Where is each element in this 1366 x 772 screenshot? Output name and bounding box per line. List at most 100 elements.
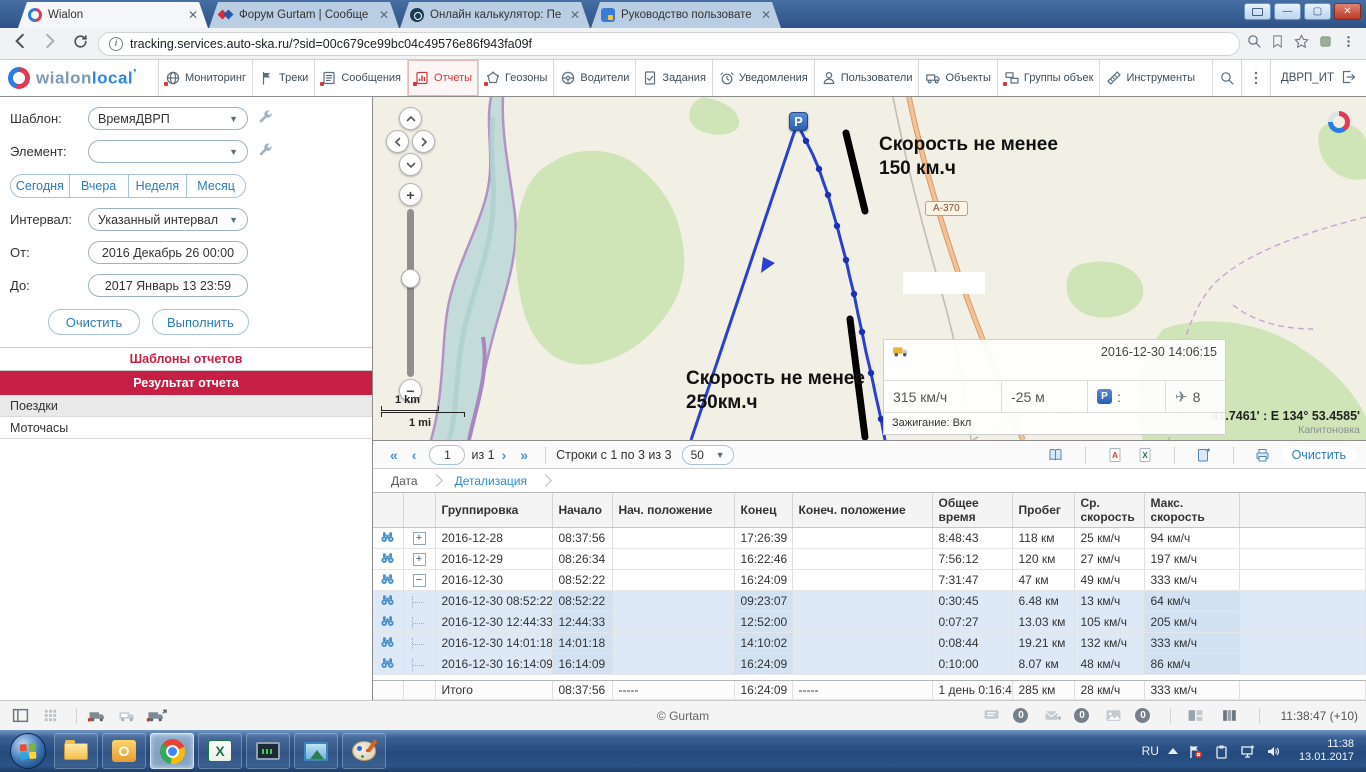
max-speed-link[interactable]: 64 км/ч — [1144, 591, 1239, 612]
column-header[interactable]: Ср. скорость — [1074, 493, 1144, 528]
rows-per-page-select[interactable]: 50 ▼ — [682, 445, 734, 465]
next-page-button[interactable]: › — [495, 447, 514, 463]
browser-tab-calculator[interactable]: Онлайн калькулятор: Пе✕ — [400, 2, 590, 28]
start-time-link[interactable]: 08:37:56 — [552, 528, 612, 549]
mini-windows-icon[interactable] — [1183, 706, 1207, 726]
template-settings-icon[interactable] — [256, 109, 276, 129]
minimize-button[interactable]: — — [1274, 3, 1301, 20]
export-excel-icon[interactable]: X — [1134, 446, 1156, 464]
report-row[interactable]: 2016-12-30 12:44:3312:44:3312:52:000:07:… — [373, 612, 1366, 633]
taskbar-monitor-app[interactable] — [246, 733, 290, 769]
end-time-link[interactable]: 16:22:46 — [734, 549, 792, 570]
from-date-input[interactable]: 2016 Декабрь 26 00:00 — [88, 241, 248, 264]
pan-right-button[interactable] — [412, 130, 435, 153]
copy-report-icon[interactable] — [1193, 446, 1215, 464]
nav-more-button[interactable] — [1241, 60, 1270, 96]
locate-on-map-icon[interactable] — [373, 654, 403, 675]
nav-item-geofences[interactable]: Геозоны — [478, 60, 553, 96]
end-time-link[interactable]: 09:23:07 — [734, 591, 792, 612]
max-speed-link[interactable]: 86 км/ч — [1144, 654, 1239, 675]
nav-item-units[interactable]: Объекты — [918, 60, 996, 96]
max-speed-link[interactable]: 197 км/ч — [1144, 549, 1239, 570]
result-item-engine-hours[interactable]: Моточасы — [0, 417, 372, 439]
column-header[interactable]: Общее время — [932, 493, 1012, 528]
expand-cell[interactable]: + — [403, 549, 435, 570]
quick-button-month[interactable]: Месяц — [186, 174, 246, 198]
taskbar-outlook[interactable]: O — [102, 733, 146, 769]
pan-up-button[interactable] — [399, 107, 422, 130]
report-row[interactable]: +2016-12-2808:37:5617:26:398:48:43118 км… — [373, 528, 1366, 549]
report-template-icon[interactable] — [1045, 446, 1067, 464]
print-report-icon[interactable] — [1252, 446, 1274, 464]
locate-on-map-icon[interactable] — [373, 528, 403, 549]
start-time-link[interactable]: 14:01:18 — [552, 633, 612, 654]
nav-item-jobs[interactable]: Задания — [635, 60, 711, 96]
clear-button[interactable]: Очистить — [48, 309, 140, 335]
show-units-icon[interactable] — [85, 706, 109, 726]
close-button[interactable]: ✕ — [1334, 3, 1361, 20]
zoom-slider-handle[interactable] — [401, 269, 420, 288]
taskbar-clock[interactable]: 11:38 13.01.2017 — [1291, 738, 1354, 764]
report-row[interactable]: 2016-12-30 14:01:1814:01:1814:10:020:08:… — [373, 633, 1366, 654]
page-number-input[interactable]: 1 — [429, 445, 465, 465]
omni-search-icon[interactable] — [1246, 33, 1262, 54]
max-speed-link[interactable]: 333 км/ч — [1144, 633, 1239, 654]
max-speed-link[interactable]: 205 км/ч — [1144, 612, 1239, 633]
end-time-link[interactable]: 17:26:39 — [734, 528, 792, 549]
tab-close-icon[interactable]: ✕ — [759, 8, 773, 22]
locate-on-map-icon[interactable] — [373, 633, 403, 654]
export-pdf-icon[interactable]: A — [1104, 446, 1126, 464]
tab-close-icon[interactable]: ✕ — [377, 8, 391, 22]
start-time-link[interactable]: 08:52:22 — [552, 591, 612, 612]
column-header[interactable]: Макс. скорость — [1144, 493, 1239, 528]
prev-page-button[interactable]: ‹ — [405, 447, 424, 463]
report-clear-button[interactable]: Очистить — [1282, 446, 1356, 464]
tab-close-icon[interactable]: ✕ — [568, 8, 582, 22]
to-date-input[interactable]: 2017 Январь 13 23:59 — [88, 274, 248, 297]
taskbar-paint[interactable] — [342, 733, 386, 769]
zoom-in-button[interactable]: + — [399, 183, 422, 206]
expand-toggle[interactable]: − — [413, 574, 426, 587]
nav-item-users[interactable]: Пользователи — [814, 60, 919, 96]
user-menu[interactable]: ДВРП_ИТ — [1270, 60, 1366, 96]
expand-toggle[interactable]: + — [413, 532, 426, 545]
nav-item-tracks[interactable]: Треки — [252, 60, 314, 96]
forward-button[interactable] — [38, 32, 62, 56]
tray-expand-icon[interactable] — [1168, 748, 1178, 754]
column-header[interactable]: Группировка — [435, 493, 552, 528]
end-time-link[interactable]: 12:52:00 — [734, 612, 792, 633]
locate-on-map-icon[interactable] — [373, 591, 403, 612]
quick-button-yesterday[interactable]: Вчера — [69, 174, 129, 198]
start-time-link[interactable]: 12:44:33 — [552, 612, 612, 633]
taskbar-photo-viewer[interactable] — [294, 733, 338, 769]
site-info-icon[interactable]: i — [109, 37, 123, 51]
taskbar-explorer[interactable] — [54, 733, 98, 769]
logout-icon[interactable] — [1340, 69, 1356, 88]
start-time-link[interactable]: 08:52:22 — [552, 570, 612, 591]
nav-search-button[interactable] — [1212, 60, 1241, 96]
maximize-button[interactable]: ▢ — [1304, 3, 1331, 20]
parking-marker[interactable]: P — [789, 112, 808, 131]
report-row[interactable]: 2016-12-30 08:52:2208:52:2209:23:070:30:… — [373, 591, 1366, 612]
browser-tab-user-guide[interactable]: Руководство пользовате✕ — [591, 2, 781, 28]
nav-item-tools[interactable]: Инструменты — [1099, 60, 1201, 96]
report-templates-header[interactable]: Шаблоны отчетов — [0, 347, 372, 371]
interval-select[interactable]: Указанный интервал ▼ — [88, 208, 248, 231]
start-time-link[interactable]: 08:26:34 — [552, 549, 612, 570]
template-select[interactable]: ВремяДВРП ▼ — [88, 107, 248, 130]
browser-menu-icon[interactable] — [1341, 34, 1356, 54]
max-speed-link[interactable]: 94 км/ч — [1144, 528, 1239, 549]
locate-on-map-icon[interactable] — [373, 612, 403, 633]
browser-tab-wialon[interactable]: Wialon✕ — [18, 2, 208, 28]
reload-button[interactable] — [68, 32, 92, 56]
column-header[interactable]: Конеч. положение — [792, 493, 932, 528]
pan-left-button[interactable] — [386, 130, 409, 153]
nav-item-notifications[interactable]: Уведомления — [712, 60, 814, 96]
tray-clipboard-icon[interactable] — [1213, 744, 1230, 759]
network-icon[interactable] — [1239, 744, 1256, 759]
pan-down-button[interactable] — [399, 153, 422, 176]
nav-item-messages[interactable]: Сообщения — [314, 60, 407, 96]
element-settings-icon[interactable] — [256, 142, 276, 162]
start-time-link[interactable]: 16:14:09 — [552, 654, 612, 675]
grid-layout-icon[interactable] — [38, 706, 62, 726]
